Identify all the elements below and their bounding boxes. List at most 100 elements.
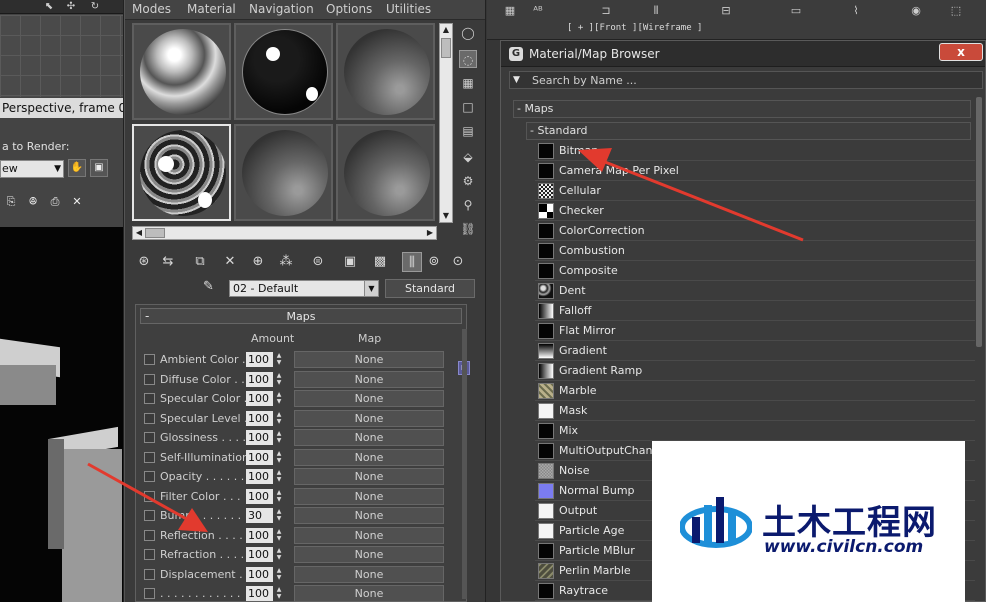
map-enable-checkbox[interactable] <box>144 549 155 560</box>
scroll-down-icon[interactable]: ▼ <box>440 210 452 222</box>
map-slot-button[interactable]: None <box>294 565 444 583</box>
layer-icon[interactable]: ▭ <box>787 2 805 20</box>
hand-icon[interactable]: ✋ <box>68 159 86 177</box>
abc-icon[interactable]: ᴬᴮ <box>529 2 547 20</box>
map-amount-field[interactable]: 100 <box>246 371 273 387</box>
area-to-render-select[interactable]: ew ▼ <box>0 160 64 178</box>
sample-slot-4[interactable] <box>132 124 231 221</box>
map-type-item[interactable]: Bitmap <box>535 141 975 161</box>
search-input[interactable] <box>532 72 980 88</box>
sample-slot-1[interactable] <box>132 23 231 120</box>
make-unique-icon[interactable]: ⁂ <box>276 252 296 272</box>
map-amount-field[interactable]: 100 <box>246 566 273 582</box>
align-icon[interactable]: ⊟ <box>717 2 735 20</box>
map-amount-field[interactable]: 100 <box>246 547 273 562</box>
map-enable-checkbox[interactable] <box>144 510 155 521</box>
map-enable-checkbox[interactable] <box>144 529 155 541</box>
map-slot-button[interactable]: None <box>294 546 444 563</box>
video-color-icon[interactable]: ▤ <box>459 122 477 140</box>
map-enable-checkbox[interactable] <box>144 490 155 502</box>
go-to-parent-icon[interactable]: ⊚ <box>424 252 444 272</box>
map-type-item[interactable]: Mask <box>535 401 975 421</box>
map-enable-checkbox[interactable] <box>144 471 155 482</box>
map-amount-field[interactable]: 100 <box>246 449 273 465</box>
browser-scrollbar[interactable] <box>976 97 982 347</box>
top-viewport-grid[interactable] <box>0 15 123 97</box>
map-enable-checkbox[interactable] <box>144 451 155 463</box>
map-type-item[interactable]: Composite <box>535 261 975 281</box>
put-to-scene-icon[interactable]: ⇆ <box>158 252 178 272</box>
print-icon[interactable]: ⎙ <box>46 193 64 211</box>
map-type-item[interactable]: Cellular <box>535 181 975 201</box>
menu-material[interactable]: Material <box>187 2 236 16</box>
map-type-item[interactable]: ColorCorrection <box>535 221 975 241</box>
scroll-thumb[interactable] <box>145 228 165 238</box>
map-type-item[interactable]: Camera Map Per Pixel <box>535 161 975 181</box>
get-material-icon[interactable]: ⊛ <box>134 252 154 272</box>
scroll-thumb[interactable] <box>441 38 451 58</box>
map-slot-button[interactable]: None <box>294 351 444 368</box>
sample-slots-horizontal-scrollbar[interactable]: ◀ ▶ <box>132 226 437 240</box>
rotate-icon[interactable]: ↻ <box>86 0 104 13</box>
amount-spinner-icon[interactable]: ▲ ▼ <box>274 528 284 543</box>
region-icon[interactable]: ▣ <box>90 159 108 177</box>
map-amount-field[interactable]: 100 <box>246 391 273 406</box>
render-icon[interactable]: ⬚ <box>947 2 965 20</box>
category-standard[interactable]: - Standard <box>526 122 971 140</box>
options-icon[interactable]: ⚙ <box>459 172 477 190</box>
amount-spinner-icon[interactable]: ▲ ▼ <box>274 411 284 426</box>
mirror-icon[interactable]: ⫴ <box>647 2 665 20</box>
map-amount-field[interactable]: 100 <box>246 410 273 426</box>
scroll-right-icon[interactable]: ▶ <box>424 227 436 239</box>
perspective-render-viewport[interactable] <box>0 227 123 602</box>
sample-slot-3[interactable] <box>336 23 435 120</box>
eyedropper-icon[interactable]: ✎ <box>203 279 221 297</box>
sample-slot-2[interactable] <box>234 23 333 120</box>
map-slot-button[interactable]: None <box>294 487 444 505</box>
grid-icon[interactable]: ▦ <box>501 2 519 20</box>
map-enable-checkbox[interactable] <box>144 412 155 424</box>
map-type-item[interactable]: Gradient <box>535 341 975 361</box>
map-amount-field[interactable]: 100 <box>246 488 273 504</box>
material-navigator-icon[interactable]: ⛓ <box>459 220 477 238</box>
amount-spinner-icon[interactable]: ▲ ▼ <box>274 547 284 562</box>
menu-navigation[interactable]: Navigation <box>249 2 314 16</box>
select-by-material-icon[interactable]: ⚲ <box>459 196 477 214</box>
material-type-button[interactable]: Standard <box>385 279 475 298</box>
perspective-viewport-label[interactable]: Perspective, frame 0 <box>0 98 123 118</box>
put-to-library-icon[interactable]: ⊜ <box>308 252 328 272</box>
map-enable-checkbox[interactable] <box>144 568 155 580</box>
map-type-item[interactable]: Gradient Ramp <box>535 361 975 381</box>
map-type-item[interactable]: Checker <box>535 201 975 221</box>
category-maps[interactable]: - Maps <box>513 100 971 118</box>
show-map-icon[interactable]: ▩ <box>370 252 390 272</box>
rollout-scrollbar[interactable] <box>462 329 467 599</box>
map-slot-button[interactable]: None <box>294 585 444 602</box>
map-slot-button[interactable]: None <box>294 429 444 446</box>
map-amount-field[interactable]: 100 <box>246 430 273 445</box>
map-slot-button[interactable]: None <box>294 526 444 544</box>
amount-spinner-icon[interactable]: ▲ ▼ <box>274 508 284 523</box>
search-options-arrow-icon[interactable]: ▼ <box>513 75 520 85</box>
curve-editor-icon[interactable]: ⌇ <box>847 2 865 20</box>
assign-material-icon[interactable]: ⧉ <box>190 252 210 272</box>
map-slot-button[interactable]: None <box>294 507 444 524</box>
amount-spinner-icon[interactable]: ▲ ▼ <box>274 469 284 484</box>
reset-map-icon[interactable]: ✕ <box>220 252 240 272</box>
sample-slots-vertical-scrollbar[interactable]: ▲ ▼ <box>439 23 453 223</box>
map-enable-checkbox[interactable] <box>144 373 155 385</box>
map-amount-field[interactable]: 100 <box>246 352 273 367</box>
map-amount-field[interactable]: 100 <box>246 586 273 601</box>
map-amount-field[interactable]: 100 <box>246 469 273 484</box>
dropdown-arrow-icon[interactable]: ▼ <box>364 281 378 296</box>
background-checker-icon[interactable]: ▦ <box>459 74 477 92</box>
map-amount-field[interactable]: 30 <box>246 508 273 523</box>
amount-spinner-icon[interactable]: ▲ ▼ <box>274 372 284 387</box>
map-slot-button[interactable]: None <box>294 409 444 427</box>
sample-uv-icon[interactable]: □ <box>459 98 477 116</box>
backlight-icon[interactable]: ◌ <box>459 50 477 68</box>
map-type-item[interactable]: Combustion <box>535 241 975 261</box>
map-enable-checkbox[interactable] <box>144 432 155 443</box>
map-type-item[interactable]: Flat Mirror <box>535 321 975 341</box>
amount-spinner-icon[interactable]: ▲ ▼ <box>274 586 284 601</box>
